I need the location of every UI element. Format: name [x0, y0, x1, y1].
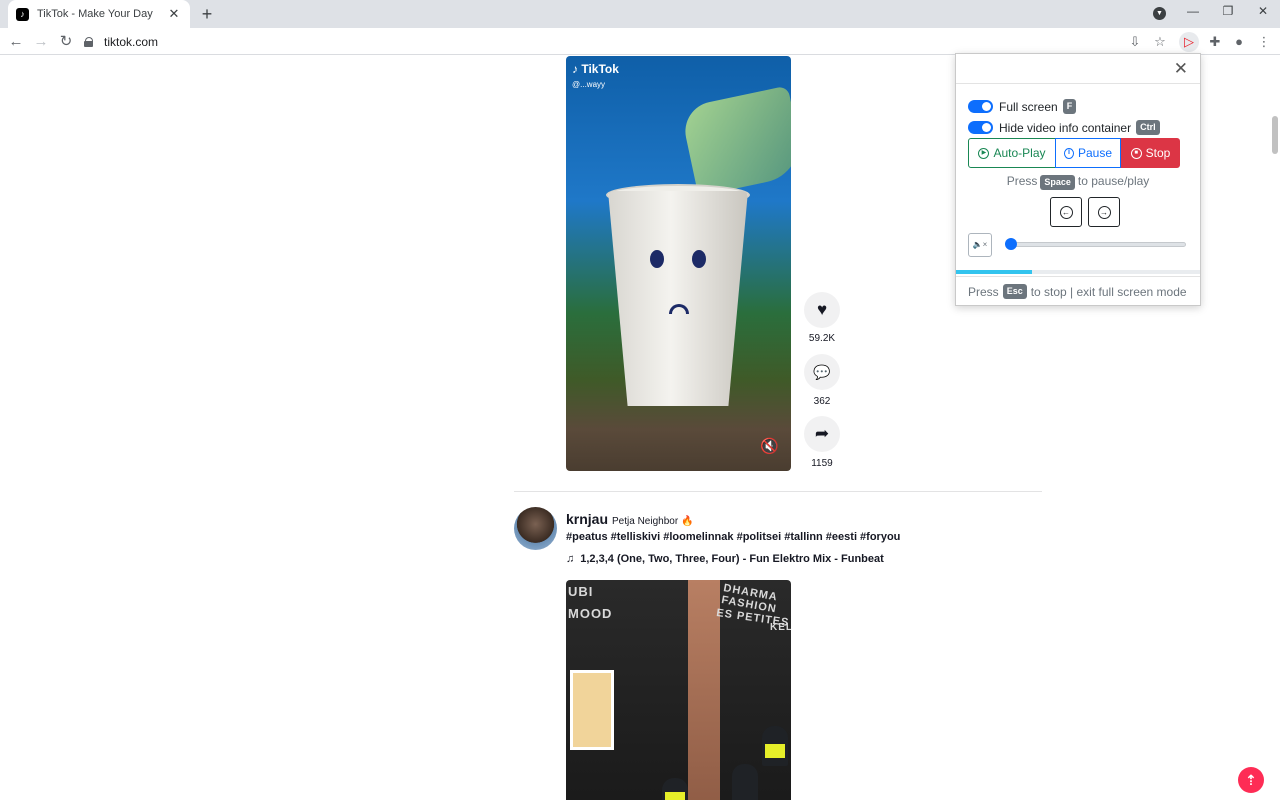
tab-close-icon[interactable]: ✕ — [166, 6, 182, 22]
sign-text: KELP — [770, 622, 791, 633]
author-nickname[interactable]: Petja Neighbor 🔥 — [612, 516, 693, 527]
like-button[interactable]: ♥ — [804, 292, 840, 328]
autoplay-label: Auto-Play — [993, 146, 1046, 160]
stop-circle-icon: ■ — [1130, 147, 1142, 159]
reload-icon[interactable]: ↻ — [56, 32, 76, 52]
footer-rest: to stop | exit full screen mode — [1030, 284, 1187, 299]
music-note-icon: ♫ — [566, 553, 575, 565]
share-button[interactable]: ➦ — [804, 416, 840, 452]
feed-divider — [514, 491, 1042, 492]
tab-tiktok[interactable]: ♪ TikTok - Make Your Day ✕ — [8, 0, 190, 28]
sign-text: UBI — [568, 584, 594, 599]
tab-title: TikTok - Make Your Day — [37, 8, 153, 20]
next-video-button[interactable]: → — [1088, 197, 1120, 227]
minimize-icon[interactable]: — — [1183, 4, 1203, 18]
fullscreen-label: Full screen — [999, 99, 1058, 114]
hide-info-toggle[interactable] — [968, 121, 993, 134]
video-handle: @...wayy — [572, 80, 606, 89]
tiktok-watermark: ♪ TikTok — [572, 62, 619, 76]
bookmark-star-icon[interactable]: ☆ — [1150, 32, 1170, 52]
share-count: 1159 — [811, 458, 833, 469]
video-player-2[interactable]: UBI MOOD DHARMA FASHION ES PETITES KELP — [566, 580, 791, 800]
stop-label: Stop — [1145, 146, 1171, 160]
music-title: 1,2,3,4 (One, Two, Three, Four) - Fun El… — [580, 553, 884, 565]
hint-press: Press — [1006, 174, 1038, 188]
lit-window — [570, 670, 614, 750]
profile-icon[interactable]: ● — [1229, 32, 1249, 52]
volume-slider-thumb[interactable] — [1005, 238, 1017, 250]
extensions-puzzle-icon[interactable]: ✚ — [1205, 32, 1225, 52]
hide-info-label: Hide video info container — [999, 120, 1132, 135]
author-username[interactable]: krnjau — [566, 511, 608, 527]
hide-info-option: Hide video info container Ctrl — [968, 120, 1160, 135]
cup-eye-right — [692, 250, 706, 268]
pause-label: Pause — [1077, 146, 1112, 160]
author-line: krnjau Petja Neighbor 🔥 — [566, 511, 693, 527]
video-mute-icon[interactable]: 🔇 — [760, 437, 779, 455]
brick-pillar — [688, 580, 720, 800]
playback-progress — [956, 270, 1200, 274]
comment-button[interactable]: 💬 — [804, 354, 840, 390]
tiktok-favicon-icon: ♪ — [16, 7, 29, 21]
post-music[interactable]: ♫ 1,2,3,4 (One, Two, Three, Four) - Fun E… — [566, 553, 884, 565]
extension-popup: ✕ Full screen F Hide video info containe… — [955, 53, 1201, 306]
scrollbar-thumb[interactable] — [1272, 116, 1278, 154]
fullscreen-option: Full screen F — [968, 99, 1077, 114]
menu-kebab-icon[interactable]: ⋮ — [1254, 32, 1274, 52]
volume-mute-button[interactable]: 🔈× — [968, 233, 992, 257]
water-splash — [679, 85, 791, 197]
sign-text: MOOD — [568, 606, 613, 621]
pause-circle-icon: ‖ — [1064, 147, 1074, 159]
post-hashtags[interactable]: #peatus #telliskivi #loomelinnak #polits… — [566, 531, 900, 543]
cup-eye-left — [650, 250, 664, 268]
window-close-icon[interactable]: ✕ — [1253, 4, 1273, 18]
forward-icon[interactable]: → — [31, 32, 51, 52]
heart-icon: ♥ — [816, 300, 828, 319]
esc-hint: Press Esc to stop | exit full screen mode — [956, 276, 1200, 306]
space-hint: Press Space to pause/play — [956, 174, 1200, 190]
person — [732, 764, 758, 800]
lock-icon — [84, 37, 94, 47]
autoplay-button[interactable]: ▶ Auto-Play — [968, 138, 1056, 168]
popup-close-icon[interactable]: ✕ — [1174, 59, 1188, 79]
address-bar[interactable]: tiktok.com — [84, 31, 1174, 53]
space-key: Space — [1040, 175, 1075, 190]
restore-icon[interactable]: ❐ — [1218, 4, 1238, 18]
fullscreen-toggle[interactable] — [968, 100, 993, 113]
police-vest — [765, 744, 785, 758]
browser-toolbar: ← → ↻ tiktok.com ⇩ ☆ ▷ ✚ ● ⋮ — [0, 28, 1280, 55]
speaker-mute-icon: 🔈× — [972, 240, 988, 249]
playback-button-group: ▶ Auto-Play ‖ Pause ■ Stop — [968, 138, 1180, 168]
police-vest — [665, 792, 685, 800]
back-icon[interactable]: ← — [6, 32, 26, 52]
scroll-to-top-button[interactable]: ⇡ — [1238, 767, 1264, 793]
arrow-left-circle-icon: ← — [1059, 205, 1073, 219]
paper-cup — [608, 191, 748, 406]
hint-rest: to pause/play — [1077, 174, 1150, 188]
comment-count: 362 — [813, 396, 831, 407]
url-text: tiktok.com — [104, 35, 159, 49]
pause-button[interactable]: ‖ Pause — [1055, 138, 1121, 168]
new-tab-button[interactable]: + — [196, 3, 218, 25]
extension-player-icon[interactable]: ▷ — [1179, 32, 1199, 52]
tab-search-icon[interactable]: ▼ — [1153, 7, 1166, 20]
share-arrow-icon: ➦ — [814, 424, 830, 443]
playback-progress-fill — [956, 270, 1032, 274]
fullscreen-key: F — [1062, 99, 1077, 114]
play-circle-icon: ▶ — [978, 147, 990, 159]
hide-info-key: Ctrl — [1136, 120, 1160, 135]
comment-icon: 💬 — [813, 363, 831, 380]
volume-slider-track[interactable] — [1006, 242, 1186, 247]
like-count: 59.2K — [808, 333, 836, 344]
previous-video-button[interactable]: ← — [1050, 197, 1082, 227]
footer-press: Press — [968, 284, 999, 299]
arrow-right-circle-icon: → — [1097, 205, 1111, 219]
esc-key: Esc — [1002, 284, 1027, 299]
tab-strip: ♪ TikTok - Make Your Day ✕ + ▼ — ❐ ✕ — [0, 0, 1280, 28]
install-app-icon[interactable]: ⇩ — [1125, 32, 1145, 52]
popup-header: ✕ — [956, 54, 1200, 84]
stop-button[interactable]: ■ Stop — [1121, 138, 1180, 168]
video-player[interactable]: ♪ TikTok @...wayy 🔇 — [566, 56, 791, 471]
avatar[interactable] — [514, 507, 557, 550]
